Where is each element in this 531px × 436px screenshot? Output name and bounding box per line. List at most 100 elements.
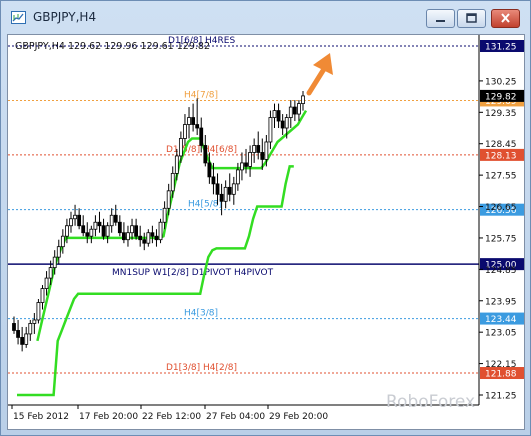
- y-tick-label: 123.05: [485, 329, 517, 339]
- y-tick-label: 128.45: [485, 140, 517, 150]
- y-tick-label: 121.25: [485, 392, 517, 402]
- candle-body: [36, 302, 41, 321]
- candle-body: [248, 152, 252, 167]
- candle-body: [252, 145, 257, 153]
- candle-body: [170, 172, 175, 192]
- candle-body: [154, 235, 159, 241]
- candle-body: [235, 169, 240, 185]
- x-tick-label: 15 Feb 2012: [13, 412, 69, 422]
- candle-body: [24, 333, 29, 345]
- candle-body: [272, 110, 277, 118]
- y-tick-label: 129.35: [485, 109, 517, 119]
- candle-body: [183, 124, 187, 139]
- x-tick-label: 29 Feb 20:00: [269, 412, 328, 422]
- close-button[interactable]: [491, 9, 520, 28]
- candle-body: [138, 235, 143, 241]
- candle-body: [52, 256, 57, 269]
- y-tick-label: 125.75: [485, 234, 517, 244]
- candle-body: [12, 323, 16, 331]
- candle-body: [113, 214, 118, 223]
- x-tick-label: 27 Feb 04:00: [206, 412, 265, 422]
- y-tick-label: 124.85: [485, 266, 517, 276]
- candle-body: [32, 319, 37, 324]
- candle-body: [199, 127, 204, 146]
- chart-area[interactable]: GBPJPY,H4 129.62 129.96 129.61 129.82 D1…: [7, 34, 525, 430]
- price-tag-label: 121.88: [485, 370, 517, 380]
- candle-body: [40, 288, 45, 303]
- candle-body: [89, 228, 94, 237]
- candle-body: [150, 232, 155, 237]
- level-label: H4[7/8]: [184, 90, 218, 100]
- close-icon: [501, 13, 510, 23]
- candle-body: [231, 183, 236, 195]
- candle-body: [219, 193, 224, 202]
- candle-body: [288, 106, 293, 118]
- candle-body: [48, 267, 53, 279]
- window-title: GBPJPY,H4: [33, 10, 97, 24]
- candle-body: [297, 103, 301, 115]
- y-tick-label: 122.15: [485, 360, 517, 370]
- candle-body: [134, 225, 139, 237]
- candle-body: [264, 141, 269, 160]
- candle-body: [256, 145, 261, 153]
- candle-body: [191, 117, 195, 125]
- candle-body: [101, 225, 106, 237]
- candle-body: [20, 337, 25, 345]
- minimize-icon: [436, 20, 445, 22]
- candle-body: [268, 117, 273, 143]
- candle-body: [69, 218, 73, 227]
- price-tag-label: 128.13: [485, 151, 517, 161]
- candle-body: [203, 145, 208, 164]
- candle-body: [215, 183, 220, 195]
- candle-body: [109, 214, 114, 227]
- price-tag-label: 131.25: [485, 43, 517, 53]
- candle-body: [166, 190, 171, 209]
- candle-body: [117, 221, 122, 234]
- watermark-logo: RoboForex: [386, 392, 475, 412]
- current-price-label: 129.82: [485, 92, 517, 102]
- candle-body: [126, 232, 130, 241]
- x-tick-label: 22 Feb 12:00: [142, 412, 201, 422]
- candle-body: [240, 162, 244, 171]
- candle-body: [16, 330, 20, 338]
- title-bar[interactable]: GBPJPY,H4: [1, 1, 530, 35]
- candle-body: [162, 207, 167, 223]
- candle-body: [142, 239, 147, 244]
- candle-body: [77, 214, 82, 227]
- candle-body: [280, 120, 285, 129]
- candle-body: [93, 221, 98, 230]
- candle-body: [56, 246, 61, 258]
- chart-background: [8, 35, 524, 429]
- candle-body: [65, 225, 69, 237]
- candle-body: [207, 162, 212, 178]
- candle-body: [292, 106, 297, 115]
- candle-body: [105, 225, 110, 237]
- candle-body: [158, 221, 163, 241]
- y-tick-label: 123.95: [485, 297, 517, 307]
- candle-body: [81, 225, 86, 234]
- candle-body: [73, 214, 77, 220]
- level-label: H4[3/8]: [184, 309, 218, 319]
- candle-body: [223, 186, 228, 202]
- y-tick-label: 126.65: [485, 203, 517, 213]
- level-label: H4[5/8]: [188, 200, 222, 210]
- maximize-icon: [466, 13, 477, 23]
- candle-body: [260, 152, 265, 160]
- candle-body: [85, 232, 90, 237]
- price-chart[interactable]: GBPJPY,H4 129.62 129.96 129.61 129.82 D1…: [8, 35, 524, 429]
- candle-body: [178, 138, 183, 157]
- level-label: D1[3/8] H4[2/8]: [166, 363, 237, 373]
- maximize-button[interactable]: [457, 9, 486, 28]
- candle-body: [146, 232, 151, 244]
- level-label: MN1SUP W1[2/8] D1PIVOT H4PIVOT: [112, 268, 274, 278]
- candle-body: [174, 155, 179, 174]
- price-tag-label: 123.44: [485, 315, 517, 325]
- candle-body: [301, 95, 305, 104]
- chart-window: GBPJPY,H4 GBPJPY,H4 129.62 129.96 129.61…: [0, 0, 531, 436]
- candle-body: [44, 277, 49, 289]
- minimize-button[interactable]: [426, 9, 455, 28]
- y-tick-label: 130.25: [485, 77, 517, 87]
- candle-body: [28, 323, 33, 335]
- candle-body: [244, 162, 248, 167]
- candle-body: [130, 225, 134, 234]
